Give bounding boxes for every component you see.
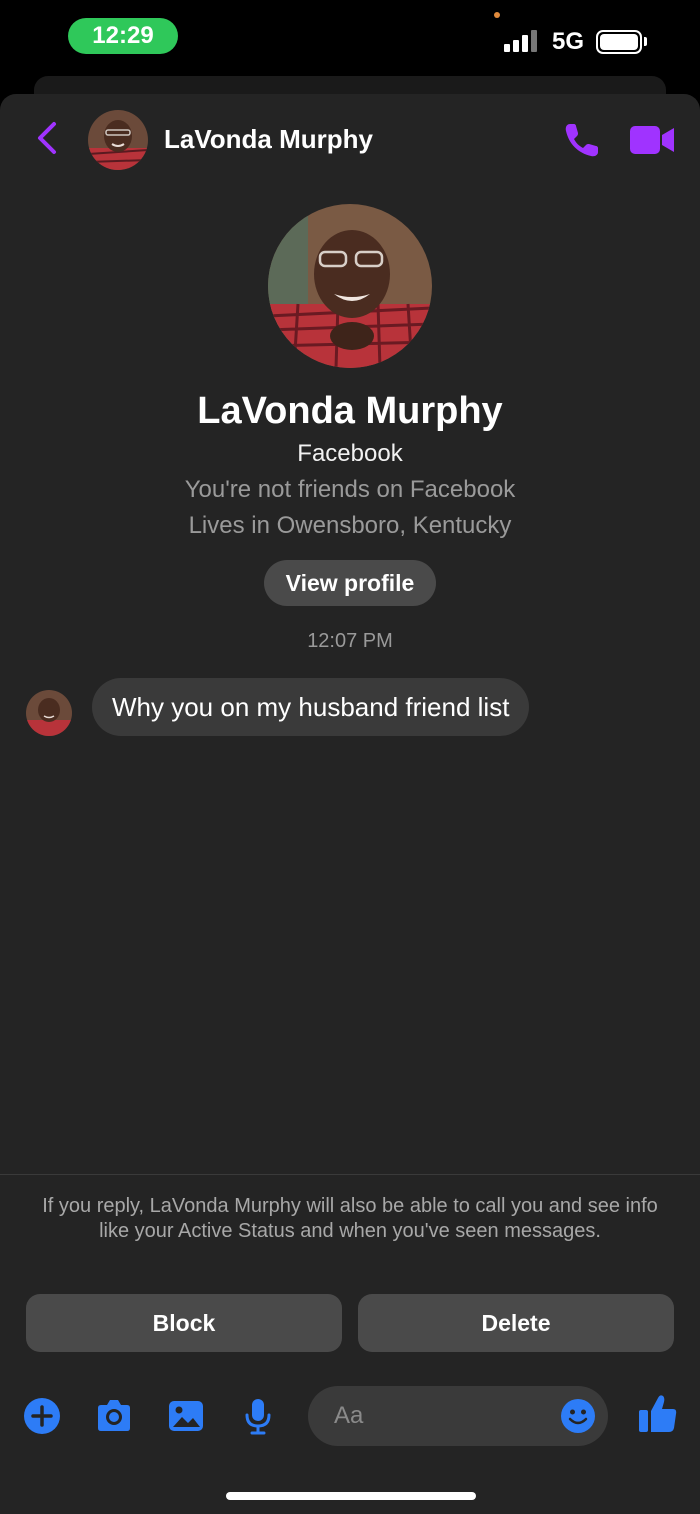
header-contact-name[interactable]: LaVonda Murphy [164,124,373,155]
status-time: 12:29 [68,18,178,54]
audio-call-button[interactable] [562,120,602,160]
microphone-icon[interactable] [238,1396,278,1436]
video-camera-icon [630,126,674,154]
message-timestamp: 12:07 PM [307,630,393,652]
emoji-icon[interactable] [560,1398,596,1434]
cellular-signal-icon [504,30,537,52]
privacy-indicator-dot [494,12,500,18]
message-request-notice: If you reply, LaVonda Murphy will also b… [42,1195,658,1242]
thumbs-up-icon[interactable] [636,1392,680,1436]
status-bar: 12:29 5G [0,0,700,80]
block-button[interactable]: Block [26,1294,342,1352]
video-call-button[interactable] [628,122,676,158]
phone-icon [565,124,598,157]
back-button[interactable] [30,118,64,158]
message-input[interactable]: Aa [308,1386,608,1446]
message-bubble[interactable]: Why you on my husband friend list [92,678,530,736]
plus-circle-icon[interactable] [22,1396,62,1436]
chevron-left-icon [38,122,56,154]
network-type: 5G [552,28,585,55]
battery-tip [644,37,647,46]
profile-location: Lives in Owensboro, Kentucky [188,512,512,539]
friend-status: You're not friends on Facebook [184,476,516,503]
chat-sheet: LaVonda Murphy LaVonda Murphy Facebook Y… [0,94,700,1514]
home-indicator[interactable] [226,1492,476,1500]
view-profile-button[interactable]: View profile [264,560,436,606]
message-input-placeholder: Aa [334,1402,364,1429]
contact-avatar[interactable] [88,110,148,170]
photo-icon[interactable] [166,1396,206,1436]
profile-avatar[interactable] [268,204,432,368]
delete-button[interactable]: Delete [358,1294,674,1352]
battery-icon [596,30,642,54]
profile-source: Facebook [297,440,403,467]
camera-icon[interactable] [94,1396,134,1436]
composer-divider [0,1174,700,1175]
sender-avatar[interactable] [26,690,72,736]
chat-header: LaVonda Murphy [0,94,700,184]
profile-name: LaVonda Murphy [197,390,503,432]
